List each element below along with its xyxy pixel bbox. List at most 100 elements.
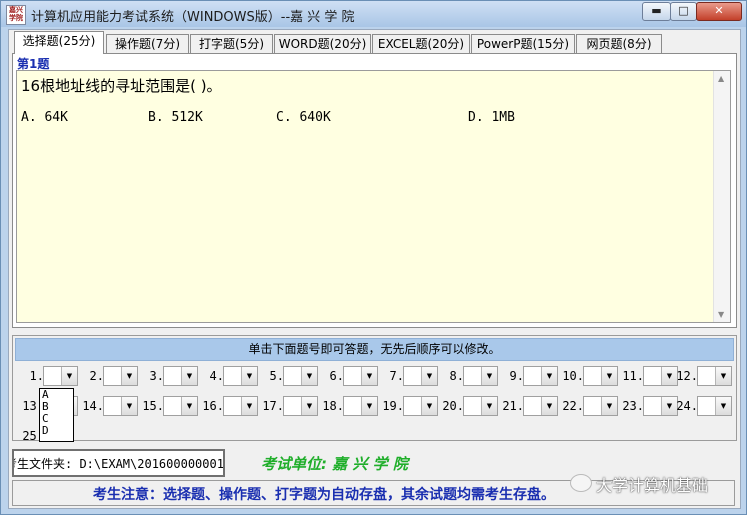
chevron-down-icon[interactable]: ▼ bbox=[241, 397, 257, 415]
chevron-down-icon[interactable]: ▼ bbox=[715, 367, 731, 385]
chevron-down-icon[interactable]: ▼ bbox=[601, 397, 617, 415]
chevron-down-icon[interactable]: ▼ bbox=[181, 397, 197, 415]
chevron-down-icon[interactable]: ▼ bbox=[481, 367, 497, 385]
answer-cell: 1. ▼ bbox=[18, 366, 78, 386]
minimize-button[interactable]: ▬ bbox=[642, 2, 671, 21]
scroll-up-icon[interactable]: ▲ bbox=[718, 74, 724, 83]
answer-combobox[interactable]: ▼ bbox=[283, 396, 318, 416]
answer-combobox[interactable]: ▼ bbox=[403, 366, 438, 386]
answer-cell: 17. ▼ bbox=[258, 396, 318, 416]
answer-cell: 8. ▼ bbox=[438, 366, 498, 386]
answer-combobox[interactable]: ▼ bbox=[103, 366, 138, 386]
answer-panel-header: 单击下面题号即可答题，无先后顺序可以修改。 bbox=[15, 338, 734, 361]
answer-combobox[interactable]: ▼ bbox=[223, 396, 258, 416]
answer-number-label: 2. bbox=[89, 369, 104, 383]
chevron-down-icon[interactable]: ▼ bbox=[301, 397, 317, 415]
answer-number-label: 15. bbox=[142, 399, 164, 413]
chevron-down-icon[interactable]: ▼ bbox=[421, 397, 437, 415]
chevron-down-icon[interactable]: ▼ bbox=[241, 367, 257, 385]
client-area: 选择题(25分) 操作题(7分) 打字题(5分) WORD题(20分) EXCE… bbox=[8, 29, 741, 509]
vertical-scrollbar[interactable]: ▲ ▼ bbox=[713, 71, 730, 322]
answer-combobox[interactable]: ▼ bbox=[523, 366, 558, 386]
answer-cell: 16. ▼ bbox=[198, 396, 258, 416]
scroll-down-icon[interactable]: ▼ bbox=[718, 310, 724, 319]
answer-number-label: 6. bbox=[329, 369, 344, 383]
answer-number-label: 24. bbox=[676, 399, 698, 413]
answer-combobox[interactable]: ▼ bbox=[697, 366, 732, 386]
app-logo-icon: 嘉兴学院 bbox=[6, 5, 26, 25]
tab-webpage[interactable]: 网页题(8分) bbox=[576, 34, 662, 53]
answer-cell: 10. ▼ bbox=[558, 366, 618, 386]
answer-number-label: 4. bbox=[209, 369, 224, 383]
answer-number-label: 3. bbox=[149, 369, 164, 383]
answer-cell: 11. ▼ bbox=[618, 366, 678, 386]
answer-combobox[interactable]: ▼ bbox=[223, 366, 258, 386]
chevron-down-icon[interactable]: ▼ bbox=[361, 367, 377, 385]
answer-number-label: 20. bbox=[442, 399, 464, 413]
answer-combobox[interactable]: ▼ bbox=[697, 396, 732, 416]
answer-number-label: 23. bbox=[622, 399, 644, 413]
option-d: D. 1MB bbox=[468, 110, 515, 125]
question-text: 16根地址线的寻址范围是( )。 bbox=[21, 77, 222, 95]
tab-excel[interactable]: EXCEL题(20分) bbox=[372, 34, 470, 53]
watermark-text: 大学计算机基础 bbox=[596, 476, 709, 495]
answer-combobox[interactable]: ▼ bbox=[583, 366, 618, 386]
answer-number-label: 12. bbox=[676, 369, 698, 383]
chevron-down-icon[interactable]: ▼ bbox=[421, 367, 437, 385]
wechat-watermark-icon bbox=[570, 474, 592, 492]
chevron-down-icon[interactable]: ▼ bbox=[601, 367, 617, 385]
question-textbox[interactable]: 16根地址线的寻址范围是( )。 A. 64K B. 512K C. 640K … bbox=[16, 70, 731, 323]
chevron-down-icon[interactable]: ▼ bbox=[715, 397, 731, 415]
answer-combobox[interactable]: ▼ bbox=[283, 366, 318, 386]
answer-combobox[interactable]: ▼ bbox=[343, 396, 378, 416]
tab-choice[interactable]: 选择题(25分) bbox=[14, 31, 104, 54]
answer-combobox[interactable]: ▼ bbox=[583, 396, 618, 416]
answer-combobox[interactable]: ▼ bbox=[43, 366, 78, 386]
chevron-down-icon[interactable]: ▼ bbox=[181, 367, 197, 385]
chevron-down-icon[interactable]: ▼ bbox=[361, 397, 377, 415]
answer-combobox[interactable]: ▼ bbox=[103, 396, 138, 416]
chevron-down-icon[interactable]: ▼ bbox=[121, 367, 137, 385]
answer-number-label: 17. bbox=[262, 399, 284, 413]
answer-combobox[interactable]: ▼ bbox=[463, 366, 498, 386]
dropdown-option-d[interactable]: D bbox=[40, 425, 73, 437]
answer-combobox[interactable]: ▼ bbox=[523, 396, 558, 416]
answer-cell: 24. ▼ bbox=[672, 396, 732, 416]
answer-cell: 20. ▼ bbox=[438, 396, 498, 416]
answer-panel: 单击下面题号即可答题，无先后顺序可以修改。 1. ▼ 2. ▼ 3. ▼ 4. ▼ 5. ▼ 6. ▼… bbox=[12, 335, 737, 443]
answer-number-label: 5. bbox=[269, 369, 284, 383]
tab-powerpoint[interactable]: PowerP题(15分) bbox=[471, 34, 575, 53]
exam-folder-text: 考生文件夹: D:\EXAM\201600000001 bbox=[12, 457, 224, 471]
answer-1-dropdown-list[interactable]: A B C D bbox=[39, 388, 74, 442]
answer-number-label: 1. bbox=[29, 369, 44, 383]
tab-operation[interactable]: 操作题(7分) bbox=[106, 34, 189, 53]
notice-text: 考生注意：选择题、操作题、打字题为自动存盘，其余试题均需考生存盘。 bbox=[93, 487, 555, 503]
answer-cell: 15. ▼ bbox=[138, 396, 198, 416]
answer-combobox[interactable]: ▼ bbox=[343, 366, 378, 386]
exam-unit-label: 考试单位: 嘉 兴 学 院 bbox=[261, 455, 408, 473]
chevron-down-icon[interactable]: ▼ bbox=[301, 367, 317, 385]
answer-combobox[interactable]: ▼ bbox=[163, 396, 198, 416]
answer-number-label: 10. bbox=[562, 369, 584, 383]
chevron-down-icon[interactable]: ▼ bbox=[61, 367, 77, 385]
close-button[interactable]: ✕ bbox=[696, 2, 742, 21]
answer-combobox[interactable]: ▼ bbox=[403, 396, 438, 416]
tab-word[interactable]: WORD题(20分) bbox=[274, 34, 371, 53]
answer-cell: 3. ▼ bbox=[138, 366, 198, 386]
answer-combobox[interactable]: ▼ bbox=[463, 396, 498, 416]
answer-number-label: 7. bbox=[389, 369, 404, 383]
chevron-down-icon[interactable]: ▼ bbox=[121, 397, 137, 415]
answer-cell: 19. ▼ bbox=[378, 396, 438, 416]
option-c: C. 640K bbox=[276, 110, 331, 125]
answer-number-label: 14. bbox=[82, 399, 104, 413]
answer-number-label: 19. bbox=[382, 399, 404, 413]
answer-number-label: 8. bbox=[449, 369, 464, 383]
chevron-down-icon[interactable]: ▼ bbox=[541, 367, 557, 385]
exam-folder-field: 考生文件夹: D:\EXAM\201600000001 bbox=[12, 449, 225, 477]
maximize-button[interactable]: □ bbox=[670, 2, 697, 21]
chevron-down-icon[interactable]: ▼ bbox=[541, 397, 557, 415]
chevron-down-icon[interactable]: ▼ bbox=[481, 397, 497, 415]
answer-combobox[interactable]: ▼ bbox=[163, 366, 198, 386]
tab-typing[interactable]: 打字题(5分) bbox=[190, 34, 273, 53]
answer-cell: 4. ▼ bbox=[198, 366, 258, 386]
